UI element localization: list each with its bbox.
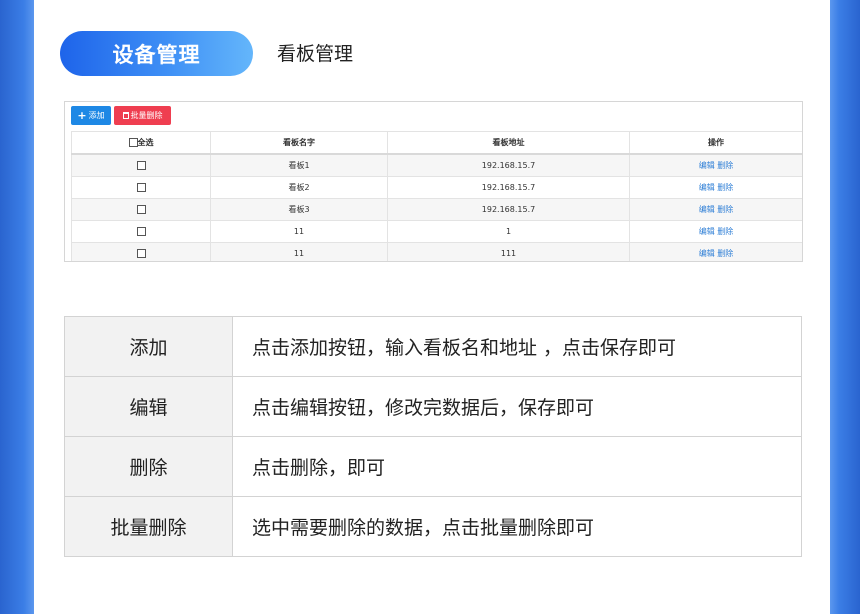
delete-link[interactable]: 删除 <box>717 205 733 214</box>
instruction-row: 编辑 点击编辑按钮，修改完数据后，保存即可 <box>64 376 802 437</box>
table-row: 11 111 编辑 删除 <box>71 242 802 261</box>
table-row: 看板2 192.168.15.7 编辑 删除 <box>71 176 802 199</box>
select-all-label: 全选 <box>137 138 154 147</box>
tab-device-management[interactable]: 设备管理 <box>60 31 253 76</box>
row-actions: 编辑 删除 <box>629 242 802 261</box>
row-checkbox-cell <box>71 242 211 261</box>
row-address: 1 <box>387 220 630 243</box>
row-address: 111 <box>387 242 630 261</box>
edit-link[interactable]: 编辑 <box>699 205 715 214</box>
row-name: 看板3 <box>210 198 388 221</box>
row-actions: 编辑 删除 <box>629 220 802 243</box>
header-actions: 操作 <box>629 131 802 155</box>
row-checkbox-cell <box>71 153 211 177</box>
row-checkbox-cell <box>71 220 211 243</box>
plus-icon: + <box>77 109 87 122</box>
delete-link[interactable]: 删除 <box>717 183 733 192</box>
checkbox-icon[interactable] <box>136 227 146 236</box>
edit-link[interactable]: 编辑 <box>699 183 715 192</box>
frame-left-edge <box>0 0 34 614</box>
instruction-row: 添加 点击添加按钮，输入看板名和地址 ，点击保存即可 <box>64 316 802 377</box>
row-name: 11 <box>210 242 388 261</box>
row-actions: 编辑 删除 <box>629 176 802 199</box>
frame-right-edge <box>830 0 860 614</box>
edit-link[interactable]: 编辑 <box>699 249 715 258</box>
delete-link[interactable]: 删除 <box>717 161 733 170</box>
checkbox-icon[interactable] <box>136 249 146 258</box>
checkbox-icon[interactable] <box>136 161 146 170</box>
batch-delete-button-label: 批量删除 <box>130 111 163 120</box>
header-select-all[interactable]: 全选 <box>71 131 211 155</box>
delete-link[interactable]: 删除 <box>717 227 733 236</box>
instruction-action: 添加 <box>64 316 233 377</box>
row-checkbox-cell <box>71 176 211 199</box>
tab-board-management[interactable]: 看板管理 <box>277 40 353 68</box>
table-header-row: 全选 看板名字 看板地址 操作 <box>71 131 802 155</box>
row-actions: 编辑 删除 <box>629 153 802 177</box>
board-list-screenshot: + 添加 批量删除 全选 看板名字 看板地址 操作 看板1 192.168.15… <box>64 101 803 262</box>
row-actions: 编辑 删除 <box>629 198 802 221</box>
table-row: 看板3 192.168.15.7 编辑 删除 <box>71 198 802 221</box>
instruction-action: 删除 <box>64 436 233 497</box>
header-name: 看板名字 <box>210 131 388 155</box>
instruction-action: 批量删除 <box>64 496 233 557</box>
row-address: 192.168.15.7 <box>387 176 630 199</box>
row-name: 11 <box>210 220 388 243</box>
instruction-desc: 点击添加按钮，输入看板名和地址 ，点击保存即可 <box>232 316 802 377</box>
checkbox-icon[interactable] <box>136 205 146 214</box>
delete-link[interactable]: 删除 <box>717 249 733 258</box>
trash-icon <box>122 112 129 119</box>
table-row: 11 1 编辑 删除 <box>71 220 802 243</box>
board-table: 全选 看板名字 看板地址 操作 看板1 192.168.15.7 编辑 删除 看… <box>71 131 802 261</box>
instruction-desc: 选中需要删除的数据，点击批量删除即可 <box>232 496 802 557</box>
instruction-row: 批量删除 选中需要删除的数据，点击批量删除即可 <box>64 496 802 557</box>
checkbox-icon[interactable] <box>136 183 146 192</box>
row-name: 看板1 <box>210 153 388 177</box>
edit-link[interactable]: 编辑 <box>699 227 715 236</box>
add-button[interactable]: + 添加 <box>71 106 111 125</box>
add-button-label: 添加 <box>88 111 105 120</box>
table-row: 看板1 192.168.15.7 编辑 删除 <box>71 153 802 177</box>
instruction-row: 删除 点击删除，即可 <box>64 436 802 497</box>
edit-link[interactable]: 编辑 <box>699 161 715 170</box>
instruction-table: 添加 点击添加按钮，输入看板名和地址 ，点击保存即可 编辑 点击编辑按钮，修改完… <box>64 316 802 557</box>
row-checkbox-cell <box>71 198 211 221</box>
header-address: 看板地址 <box>387 131 630 155</box>
row-name: 看板2 <box>210 176 388 199</box>
row-address: 192.168.15.7 <box>387 153 630 177</box>
instruction-action: 编辑 <box>64 376 233 437</box>
instruction-desc: 点击删除，即可 <box>232 436 802 497</box>
checkbox-icon[interactable] <box>128 138 138 147</box>
batch-delete-button[interactable]: 批量删除 <box>114 106 171 125</box>
row-address: 192.168.15.7 <box>387 198 630 221</box>
instruction-desc: 点击编辑按钮，修改完数据后，保存即可 <box>232 376 802 437</box>
